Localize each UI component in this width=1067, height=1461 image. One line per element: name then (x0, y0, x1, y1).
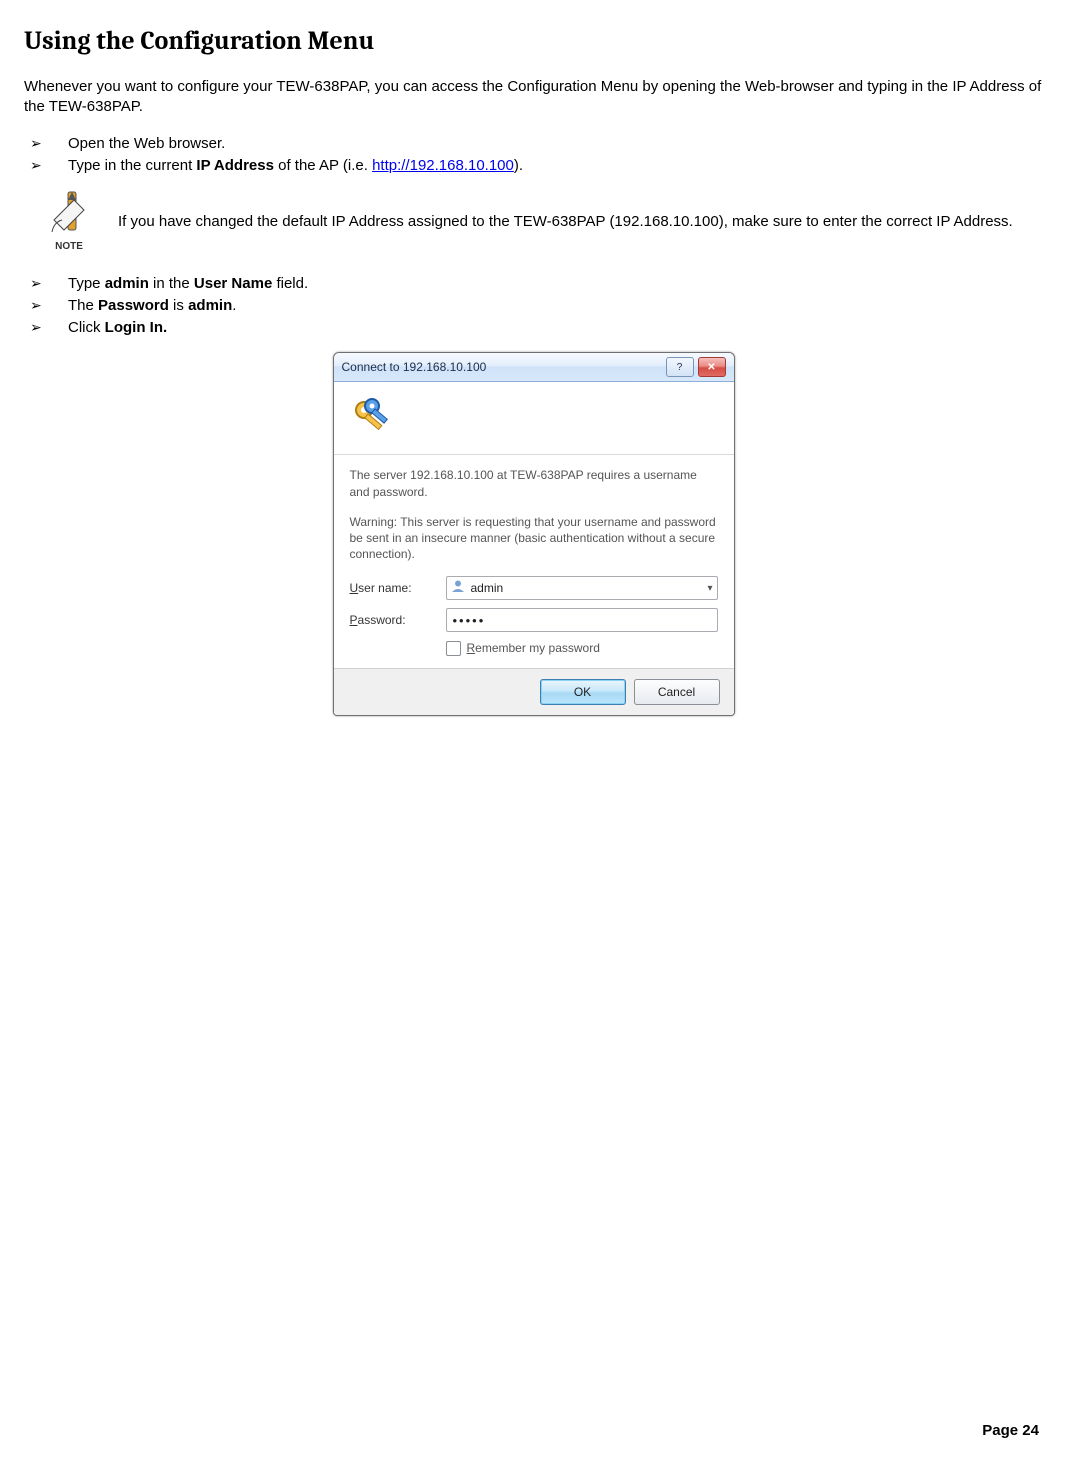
username-value: admin (471, 580, 708, 596)
bullet-list-1: Open the Web browser. Type in the curren… (24, 134, 1043, 177)
ok-button[interactable]: OK (540, 679, 626, 705)
password-input[interactable]: ••••• (446, 608, 718, 632)
text: field. (272, 275, 308, 292)
list-item: Type in the current IP Address of the AP… (24, 156, 1043, 176)
text: The (68, 297, 98, 314)
list-item: Type admin in the User Name field. (24, 274, 1043, 294)
dialog-message-2: Warning: This server is requesting that … (350, 514, 718, 563)
note-icon: NOTE (34, 190, 104, 254)
note-text: If you have changed the default IP Addre… (118, 212, 1043, 232)
page-number: Page 24 (982, 1421, 1039, 1441)
text: of the AP (i.e. (274, 157, 372, 174)
password-label: Password: (350, 612, 436, 628)
note-block: NOTE If you have changed the default IP … (34, 190, 1043, 254)
text: Type (68, 275, 105, 292)
note-label: NOTE (55, 241, 83, 252)
text-bold: IP Address (196, 157, 274, 174)
list-item: Open the Web browser. (24, 134, 1043, 154)
ip-address-link[interactable]: http://192.168.10.100 (372, 157, 514, 174)
text-bold: admin (188, 297, 232, 314)
text-bold: Login In. (105, 319, 167, 336)
help-button[interactable]: ? (666, 357, 694, 377)
username-input[interactable]: admin ▾ (446, 576, 718, 600)
intro-text: Whenever you want to configure your TEW-… (24, 77, 1043, 118)
list-item: The Password is admin. (24, 296, 1043, 316)
text: Click (68, 319, 105, 336)
dialog-titlebar: Connect to 192.168.10.100 ? ✕ (334, 353, 734, 382)
remember-password-label: Remember my password (467, 640, 600, 656)
dialog-message-1: The server 192.168.10.100 at TEW-638PAP … (350, 467, 718, 499)
text: ). (514, 157, 523, 174)
chevron-down-icon[interactable]: ▾ (707, 582, 712, 596)
bullet-list-2: Type admin in the User Name field. The P… (24, 274, 1043, 339)
auth-dialog: Connect to 192.168.10.100 ? ✕ (333, 352, 735, 716)
cancel-button[interactable]: Cancel (634, 679, 720, 705)
dialog-title: Connect to 192.168.10.100 (342, 359, 487, 375)
user-icon (451, 579, 465, 597)
close-button[interactable]: ✕ (698, 357, 726, 377)
text-bold: Password (98, 297, 169, 314)
username-label: User name: (350, 580, 436, 596)
text: is (169, 297, 188, 314)
page-title: Using the Configuration Menu (24, 24, 1043, 59)
keys-icon (350, 396, 394, 440)
text-bold: User Name (194, 275, 272, 292)
text: . (232, 297, 236, 314)
text-bold: admin (105, 275, 149, 292)
remember-password-checkbox[interactable] (446, 641, 461, 656)
text: Type in the current (68, 157, 196, 174)
text: in the (149, 275, 194, 292)
list-item: Click Login In. (24, 318, 1043, 338)
